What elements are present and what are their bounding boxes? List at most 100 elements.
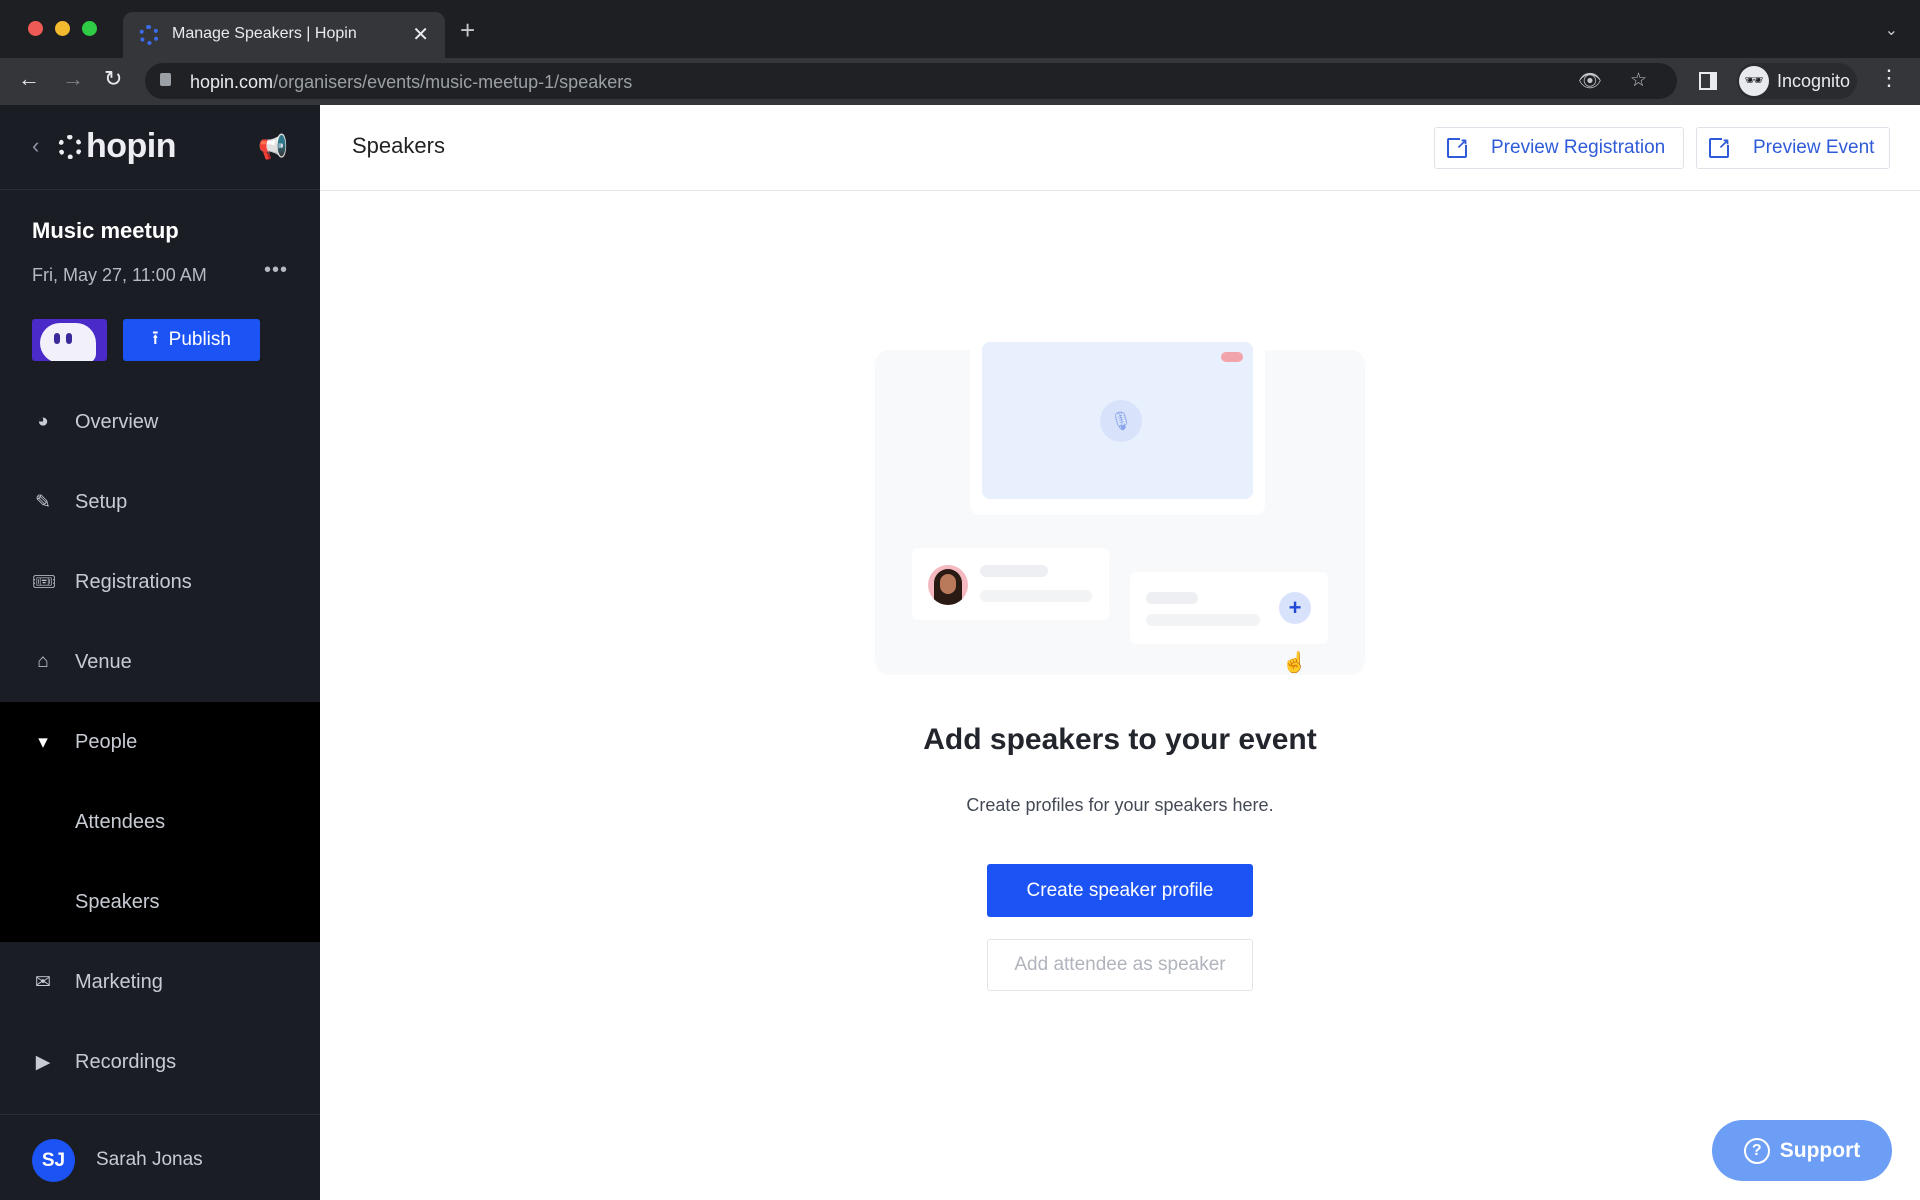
sidebar-item-registrations[interactable]: 🎟 Registrations: [0, 542, 320, 622]
sidebar-header: ‹ hopin 📢: [0, 105, 320, 190]
sidebar-item-label: Recordings: [75, 1050, 177, 1073]
new-tab-button[interactable]: +: [460, 15, 475, 46]
microphone-icon: 🎙: [1100, 400, 1142, 442]
maximize-window-button[interactable]: [82, 21, 97, 36]
magic-wand-icon: ✎: [35, 491, 51, 513]
illustration-speaker-card: [912, 548, 1109, 620]
envelope-icon: ✉: [35, 971, 51, 993]
sidebar-item-label: Attendees: [75, 810, 166, 833]
publish-label: Publish: [168, 329, 231, 350]
sidebar-item-attendees[interactable]: Attendees: [0, 782, 320, 862]
page-header: Speakers ↗ Preview Registration ↗ Previe…: [320, 105, 1920, 191]
close-tab-icon[interactable]: ✕: [412, 22, 429, 47]
incognito-icon: 🕶: [1739, 66, 1769, 96]
url-path: /organisers/events/music-meetup-1/speake…: [273, 72, 633, 92]
sidebar-item-venue[interactable]: ⌂ Venue: [0, 622, 320, 702]
more-options-icon[interactable]: •••: [264, 259, 288, 282]
support-label: Support: [1779, 1138, 1861, 1162]
create-speaker-profile-button[interactable]: Create speaker profile: [987, 864, 1253, 917]
external-link-icon: ↗: [1447, 135, 1470, 158]
sidebar-item-people[interactable]: ▾ People: [0, 702, 320, 782]
tab-search-chevron-icon[interactable]: ⌄: [1885, 20, 1898, 40]
sidebar-item-speakers[interactable]: Speakers: [0, 862, 320, 942]
back-chevron-icon[interactable]: ‹: [32, 133, 39, 159]
empty-state-title: Add speakers to your event: [923, 723, 1317, 756]
sidebar-item-setup[interactable]: ✎ Setup: [0, 462, 320, 542]
preview-event-button[interactable]: ↗ Preview Event: [1696, 127, 1890, 169]
incognito-profile-button[interactable]: 🕶 Incognito: [1737, 63, 1857, 99]
support-button[interactable]: ? Support: [1712, 1120, 1892, 1181]
placeholder-bar: [1146, 614, 1260, 626]
hopin-logo-text: hopin: [86, 127, 177, 165]
browser-tabstrip: Manage Speakers | Hopin ✕ + ⌄: [0, 0, 1920, 58]
avatar: SJ: [32, 1139, 75, 1182]
add-attendee-as-speaker-button[interactable]: Add attendee as speaker: [987, 939, 1253, 991]
hopin-logo-mark-icon: [58, 135, 82, 159]
user-name: Sarah Jonas: [96, 1149, 203, 1170]
megaphone-icon[interactable]: 📢: [258, 133, 288, 162]
illustration-stage-frame: 🎙: [970, 330, 1265, 515]
venue-pin-icon: ⌂: [37, 651, 49, 672]
back-arrow-icon[interactable]: ←: [18, 66, 40, 92]
sidebar-item-label: Venue: [75, 650, 132, 673]
sidebar-item-marketing[interactable]: ✉ Marketing: [0, 942, 320, 1022]
sidebar-item-label: Speakers: [75, 890, 160, 913]
user-profile[interactable]: SJ Sarah Jonas: [0, 1114, 320, 1200]
sidebar-item-label: Overview: [75, 410, 159, 433]
browser-toolbar: ← → ↻ hopin.com/organisers/events/music-…: [0, 58, 1920, 105]
placeholder-bar: [980, 565, 1048, 577]
incognito-label: Incognito: [1777, 71, 1851, 91]
address-bar[interactable]: hopin.com/organisers/events/music-meetup…: [145, 63, 1677, 99]
preview-registration-label: Preview Registration: [1491, 137, 1666, 158]
sidebar-item-label: Setup: [75, 490, 128, 513]
minimize-window-button[interactable]: [55, 21, 70, 36]
sidebar-item-label: Registrations: [75, 570, 192, 593]
upload-icon: ⭱: [152, 328, 159, 349]
hand-cursor-icon: ☝: [1282, 652, 1307, 674]
caret-down-icon: ▾: [38, 731, 48, 753]
video-library-icon: ▶: [35, 1051, 51, 1073]
illustration-stage-screen: 🎙: [982, 342, 1253, 499]
hopin-favicon-icon: [139, 25, 159, 45]
tab-title: Manage Speakers | Hopin: [172, 25, 357, 42]
pie-chart-icon: ◕: [37, 411, 49, 432]
event-date: Fri, May 27, 11:00 AM: [32, 265, 207, 285]
browser-menu-icon[interactable]: ⋮: [1878, 65, 1900, 91]
side-panel-icon[interactable]: [1699, 72, 1717, 90]
close-window-button[interactable]: [28, 21, 43, 36]
sidebar-item-label: People: [75, 730, 138, 753]
main-content: Speakers ↗ Preview Registration ↗ Previe…: [320, 105, 1920, 1200]
placeholder-bar: [1146, 592, 1198, 604]
ghost-mascot-icon: [40, 323, 96, 361]
illustration-add-card: +: [1130, 572, 1328, 644]
preview-event-label: Preview Event: [1753, 137, 1875, 158]
external-link-icon: ↗: [1709, 135, 1732, 158]
url-text[interactable]: hopin.com/organisers/events/music-meetup…: [190, 72, 632, 93]
eye-off-icon[interactable]: 👁: [1578, 69, 1602, 93]
people-section: ▾ People Attendees Speakers: [0, 702, 320, 942]
publish-button[interactable]: ⭱ Publish: [123, 319, 260, 361]
reload-icon[interactable]: ↻: [104, 66, 122, 92]
question-circle-icon: ?: [1743, 1137, 1770, 1164]
lock-icon[interactable]: [160, 73, 171, 86]
plus-icon: +: [1279, 592, 1311, 624]
preview-registration-button[interactable]: ↗ Preview Registration: [1434, 127, 1684, 169]
event-thumbnail[interactable]: [32, 319, 107, 361]
url-host: hopin.com: [190, 72, 274, 92]
forward-arrow-icon[interactable]: →: [62, 66, 84, 92]
event-name: Music meetup: [32, 218, 179, 243]
sidebar-item-overview[interactable]: ◕ Overview: [0, 382, 320, 462]
browser-tab-active[interactable]: Manage Speakers | Hopin ✕: [123, 12, 445, 58]
bookmark-star-icon[interactable]: ☆: [1630, 69, 1647, 92]
hopin-logo[interactable]: hopin: [58, 127, 177, 166]
sidebar-item-label: Marketing: [75, 970, 163, 993]
recording-indicator-icon: [1221, 352, 1243, 362]
ticket-icon: 🎟: [32, 572, 57, 593]
placeholder-bar: [980, 590, 1092, 602]
page-title: Speakers: [352, 133, 445, 158]
speaker-photo-icon: [928, 565, 968, 605]
sidebar-item-recordings[interactable]: ▶ Recordings: [0, 1022, 320, 1102]
sidebar: ‹ hopin 📢 Music meetup Fri, May 27, 11:0…: [0, 105, 320, 1200]
speakers-illustration: 🎙 +: [875, 330, 1365, 675]
empty-state-subtitle: Create profiles for your speakers here.: [966, 795, 1274, 815]
